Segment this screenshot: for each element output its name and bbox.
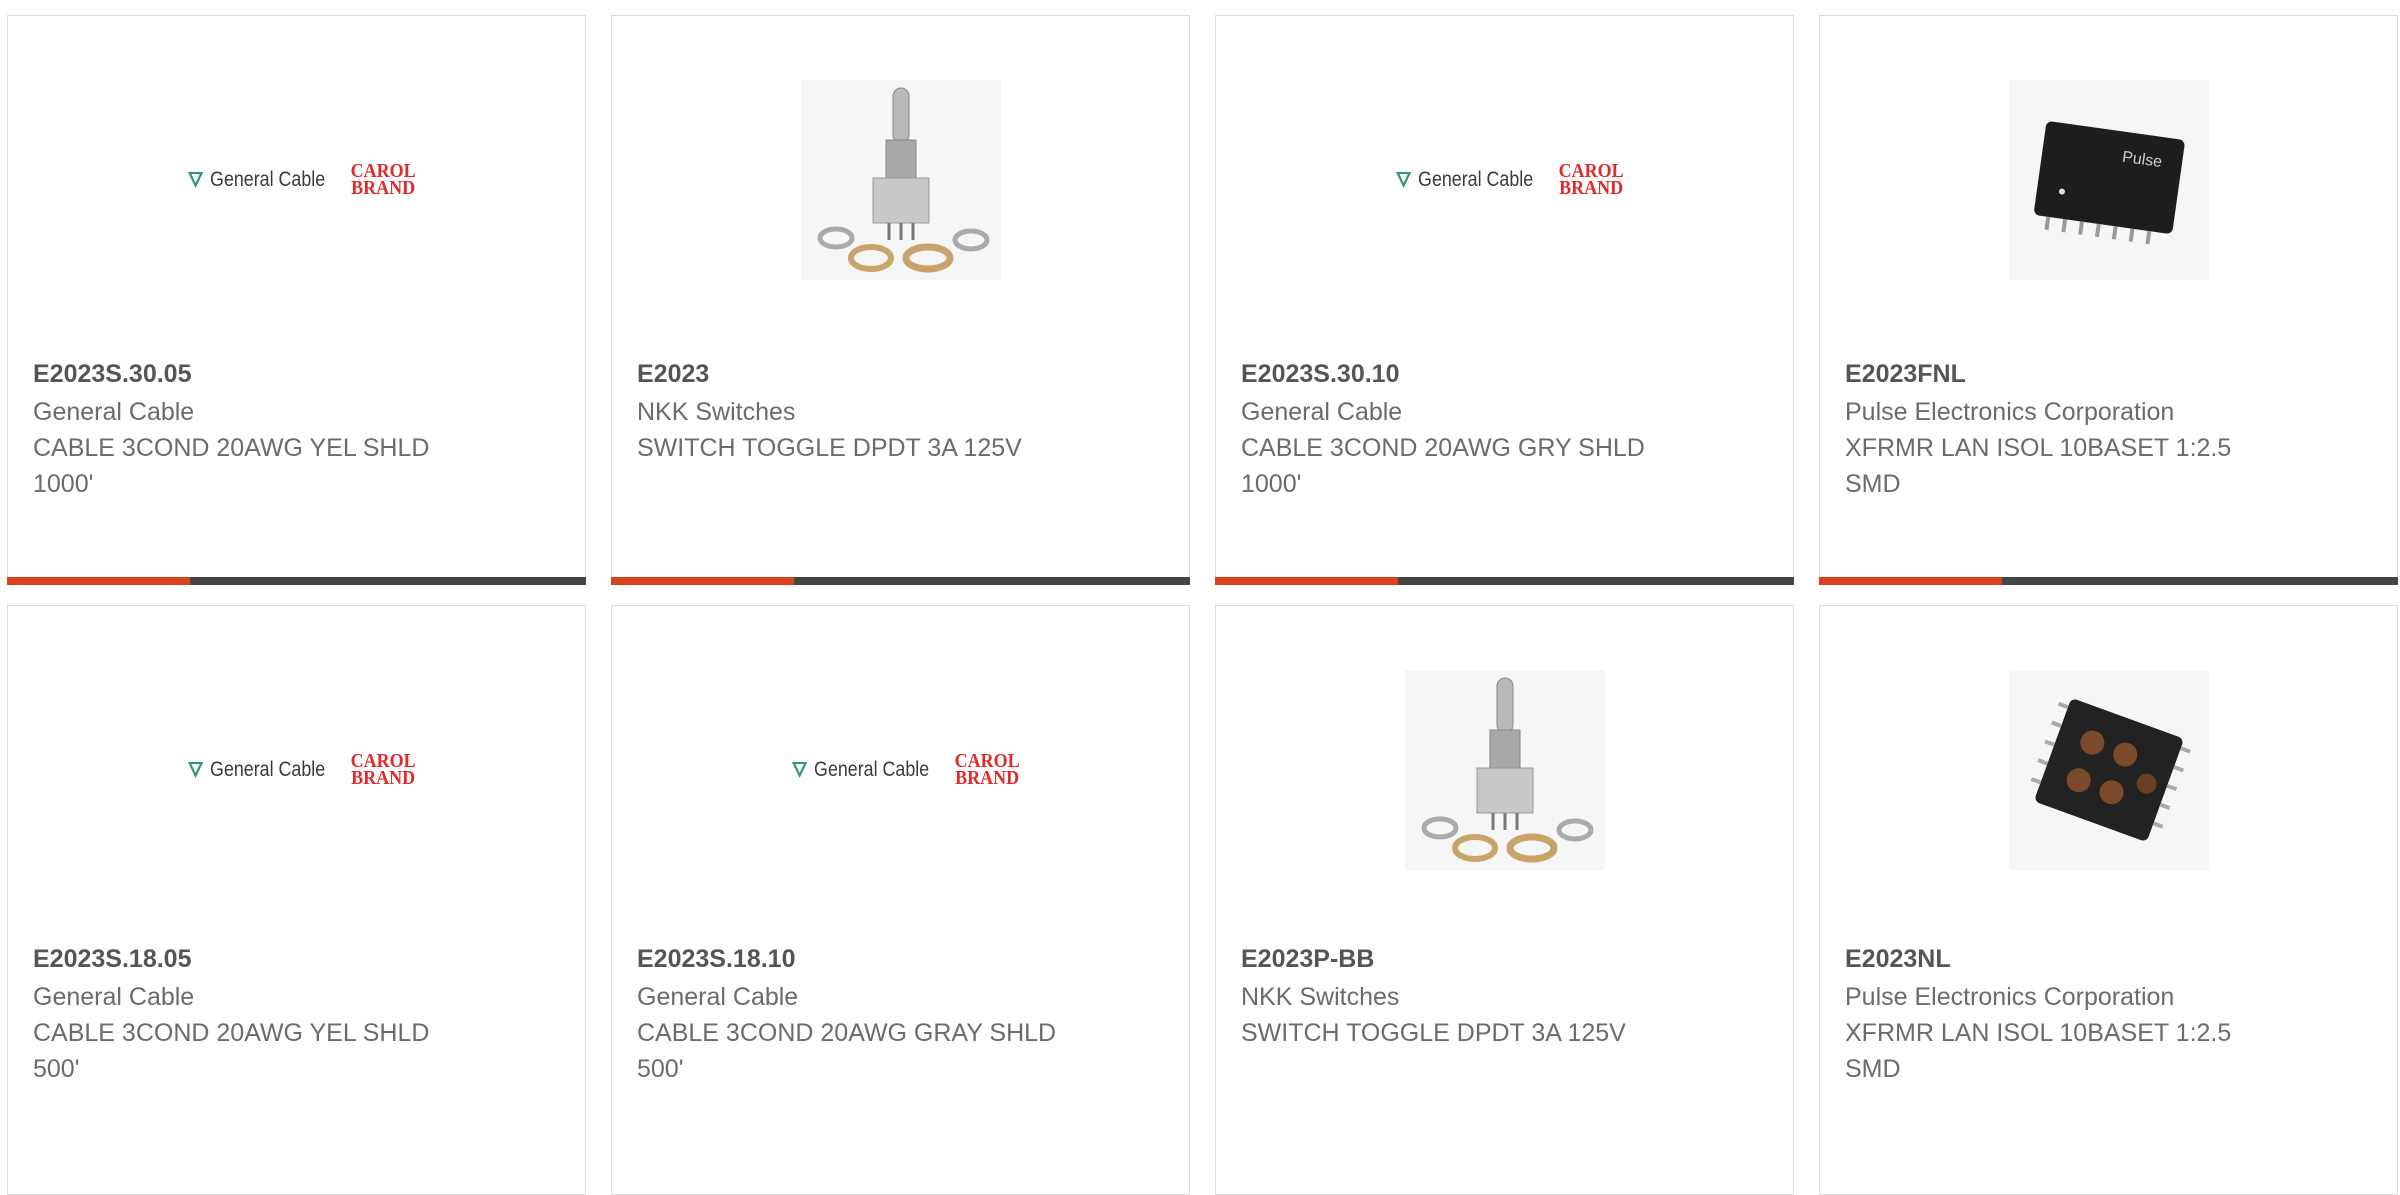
general-cable-carol-logo: General Cable CAROL BRAND: [1382, 161, 1628, 198]
transformer-photo: Pulse: [2008, 80, 2209, 280]
description: XFRMR LAN ISOL 10BASET 1:2.5 SMD: [1845, 434, 2232, 498]
description: CABLE 3COND 20AWG GRY SHLD 1000': [1241, 434, 1645, 498]
manufacturer: General Cable: [1241, 398, 1403, 426]
product-image[interactable]: General Cable CAROL BRAND: [8, 666, 585, 874]
part-number[interactable]: E2023NL: [1845, 943, 2372, 975]
product-image[interactable]: [1820, 666, 2397, 874]
part-number[interactable]: E2023S.18.10: [637, 943, 1164, 975]
card-accent-bar: [611, 577, 1190, 585]
part-number[interactable]: E2023S.18.05: [33, 943, 560, 975]
description: CABLE 3COND 20AWG YEL SHLD 1000': [33, 434, 430, 498]
product-image[interactable]: [612, 76, 1189, 284]
description: SWITCH TOGGLE DPDT 3A 125V: [1241, 1019, 1626, 1047]
manufacturer: Pulse Electronics Corporation: [1845, 983, 2175, 1011]
toggle-switch-photo: [800, 80, 1001, 280]
product-card[interactable]: E2023P-BB NKK Switches SWITCH TOGGLE DPD…: [1215, 605, 1794, 1195]
product-image[interactable]: Pulse: [1820, 76, 2397, 284]
general-cable-carol-logo: General Cable CAROL BRAND: [174, 161, 420, 198]
card-accent-bar: [1819, 577, 2398, 585]
general-cable-carol-logo: General Cable CAROL BRAND: [778, 751, 1024, 788]
product-card[interactable]: E2023 NKK Switches SWITCH TOGGLE DPDT 3A…: [611, 15, 1190, 585]
product-image[interactable]: General Cable CAROL BRAND: [1216, 76, 1793, 284]
part-number[interactable]: E2023FNL: [1845, 358, 2372, 390]
manufacturer: Pulse Electronics Corporation: [1845, 398, 2175, 426]
product-image[interactable]: General Cable CAROL BRAND: [8, 76, 585, 284]
product-card[interactable]: General Cable CAROL BRAND E2023S.18.10 Ge…: [611, 605, 1190, 1195]
manufacturer: NKK Switches: [637, 398, 796, 426]
card-accent-bar: [7, 577, 586, 585]
manufacturer: General Cable: [33, 398, 195, 426]
card-accent-bar: [1215, 577, 1794, 585]
product-card[interactable]: General Cable CAROL BRAND E2023S.30.10 Ge…: [1215, 15, 1794, 585]
description: XFRMR LAN ISOL 10BASET 1:2.5 SMD: [1845, 1019, 2232, 1083]
product-card[interactable]: Pulse E2023FNL Pulse Electronics Corpora…: [1819, 15, 2398, 585]
toggle-switch-photo: [1404, 670, 1605, 870]
manufacturer: NKK Switches: [1241, 983, 1400, 1011]
description: SWITCH TOGGLE DPDT 3A 125V: [637, 434, 1022, 462]
product-card[interactable]: General Cable CAROL BRAND E2023S.30.05 Ge…: [7, 15, 586, 585]
transformer-open-photo: [2008, 670, 2209, 870]
manufacturer: General Cable: [33, 983, 195, 1011]
description: CABLE 3COND 20AWG YEL SHLD 500': [33, 1019, 430, 1083]
part-number[interactable]: E2023P-BB: [1241, 943, 1768, 975]
manufacturer: General Cable: [637, 983, 799, 1011]
product-image[interactable]: General Cable CAROL BRAND: [612, 666, 1189, 874]
general-cable-carol-logo: General Cable CAROL BRAND: [174, 751, 420, 788]
product-card[interactable]: E2023NL Pulse Electronics Corporation XF…: [1819, 605, 2398, 1195]
description: CABLE 3COND 20AWG GRAY SHLD 500': [637, 1019, 1057, 1083]
part-number[interactable]: E2023S.30.05: [33, 358, 560, 390]
product-image[interactable]: [1216, 666, 1793, 874]
product-grid: General Cable CAROL BRAND E2023S.30.05 Ge…: [7, 15, 2398, 1195]
part-number[interactable]: E2023: [637, 358, 1164, 390]
product-card[interactable]: General Cable CAROL BRAND E2023S.18.05 Ge…: [7, 605, 586, 1195]
part-number[interactable]: E2023S.30.10: [1241, 358, 1768, 390]
